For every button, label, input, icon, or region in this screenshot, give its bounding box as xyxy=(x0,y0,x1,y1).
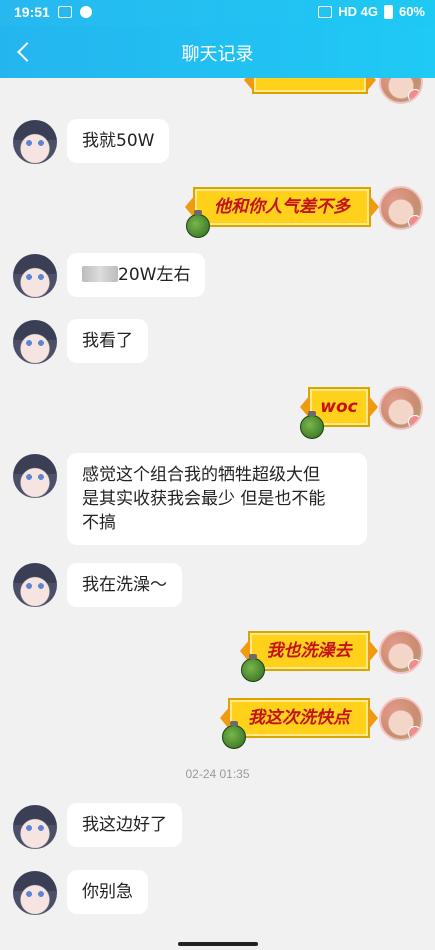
message-banner[interactable]: 我也洗澡去 xyxy=(248,631,370,671)
message-bubble[interactable]: 你别急 xyxy=(67,870,148,914)
message-text: 20W左右 xyxy=(118,265,191,285)
avatar-other[interactable] xyxy=(13,563,57,607)
avatar-self[interactable] xyxy=(379,186,423,230)
message-bubble[interactable]: 我这边好了 xyxy=(67,803,182,847)
grenade-icon xyxy=(300,411,324,439)
message-banner-partial xyxy=(252,78,368,94)
message-banner[interactable]: 我这次洗快点 xyxy=(228,698,370,738)
message-bubble[interactable]: 我就50W xyxy=(67,119,170,163)
status-bar: 19:51 HD 4G 60% xyxy=(0,0,435,26)
avatar-self[interactable] xyxy=(379,78,423,104)
battery-icon xyxy=(383,4,393,19)
avatar-other[interactable] xyxy=(13,120,57,164)
title-bar: 聊天记录 xyxy=(0,26,435,78)
avatar-other[interactable] xyxy=(13,805,57,849)
home-indicator[interactable] xyxy=(178,942,258,946)
grenade-icon xyxy=(186,210,210,238)
avatar-self[interactable] xyxy=(379,697,423,741)
avatar-other[interactable] xyxy=(13,320,57,364)
message-line: 是其实收获我会最少 但是也不能 xyxy=(82,489,326,509)
navigation-bar xyxy=(0,938,435,950)
message-banner[interactable]: 他和你人气差不多 xyxy=(193,187,371,227)
avatar-other[interactable] xyxy=(13,871,57,915)
grenade-icon xyxy=(241,654,265,682)
message-bubble[interactable]: 我在洗澡～ xyxy=(67,563,182,607)
network-indicator: HD 4G xyxy=(338,4,378,19)
message-bubble[interactable]: 20W左右 xyxy=(67,253,206,297)
timestamp: 02-24 01:35 xyxy=(185,767,250,781)
avatar-self[interactable] xyxy=(379,630,423,674)
message-line: 感觉这个组合我的牺牲超级大但 xyxy=(82,465,320,485)
grenade-icon xyxy=(222,721,246,749)
avatar-other[interactable] xyxy=(13,254,57,298)
wifi-icon xyxy=(318,5,333,18)
video-icon xyxy=(57,6,72,18)
notification-icon xyxy=(79,6,92,18)
redacted-text xyxy=(82,266,118,282)
page-title: 聊天记录 xyxy=(181,44,254,65)
message-bubble[interactable]: 我看了 xyxy=(67,319,148,363)
battery-level: 60% xyxy=(398,4,425,19)
avatar-other[interactable] xyxy=(13,454,57,498)
avatar-self[interactable] xyxy=(379,386,423,430)
clock: 19:51 xyxy=(14,4,50,20)
message-bubble[interactable]: 感觉这个组合我的牺牲超级大但 是其实收获我会最少 但是也不能 不搞 xyxy=(67,453,367,545)
message-line: 不搞 xyxy=(82,513,116,533)
chat-history[interactable]: 我就50W 他和你人气差不多 20W左右 我看了 woc 感觉这个组合我的牺牲超… xyxy=(0,78,435,950)
